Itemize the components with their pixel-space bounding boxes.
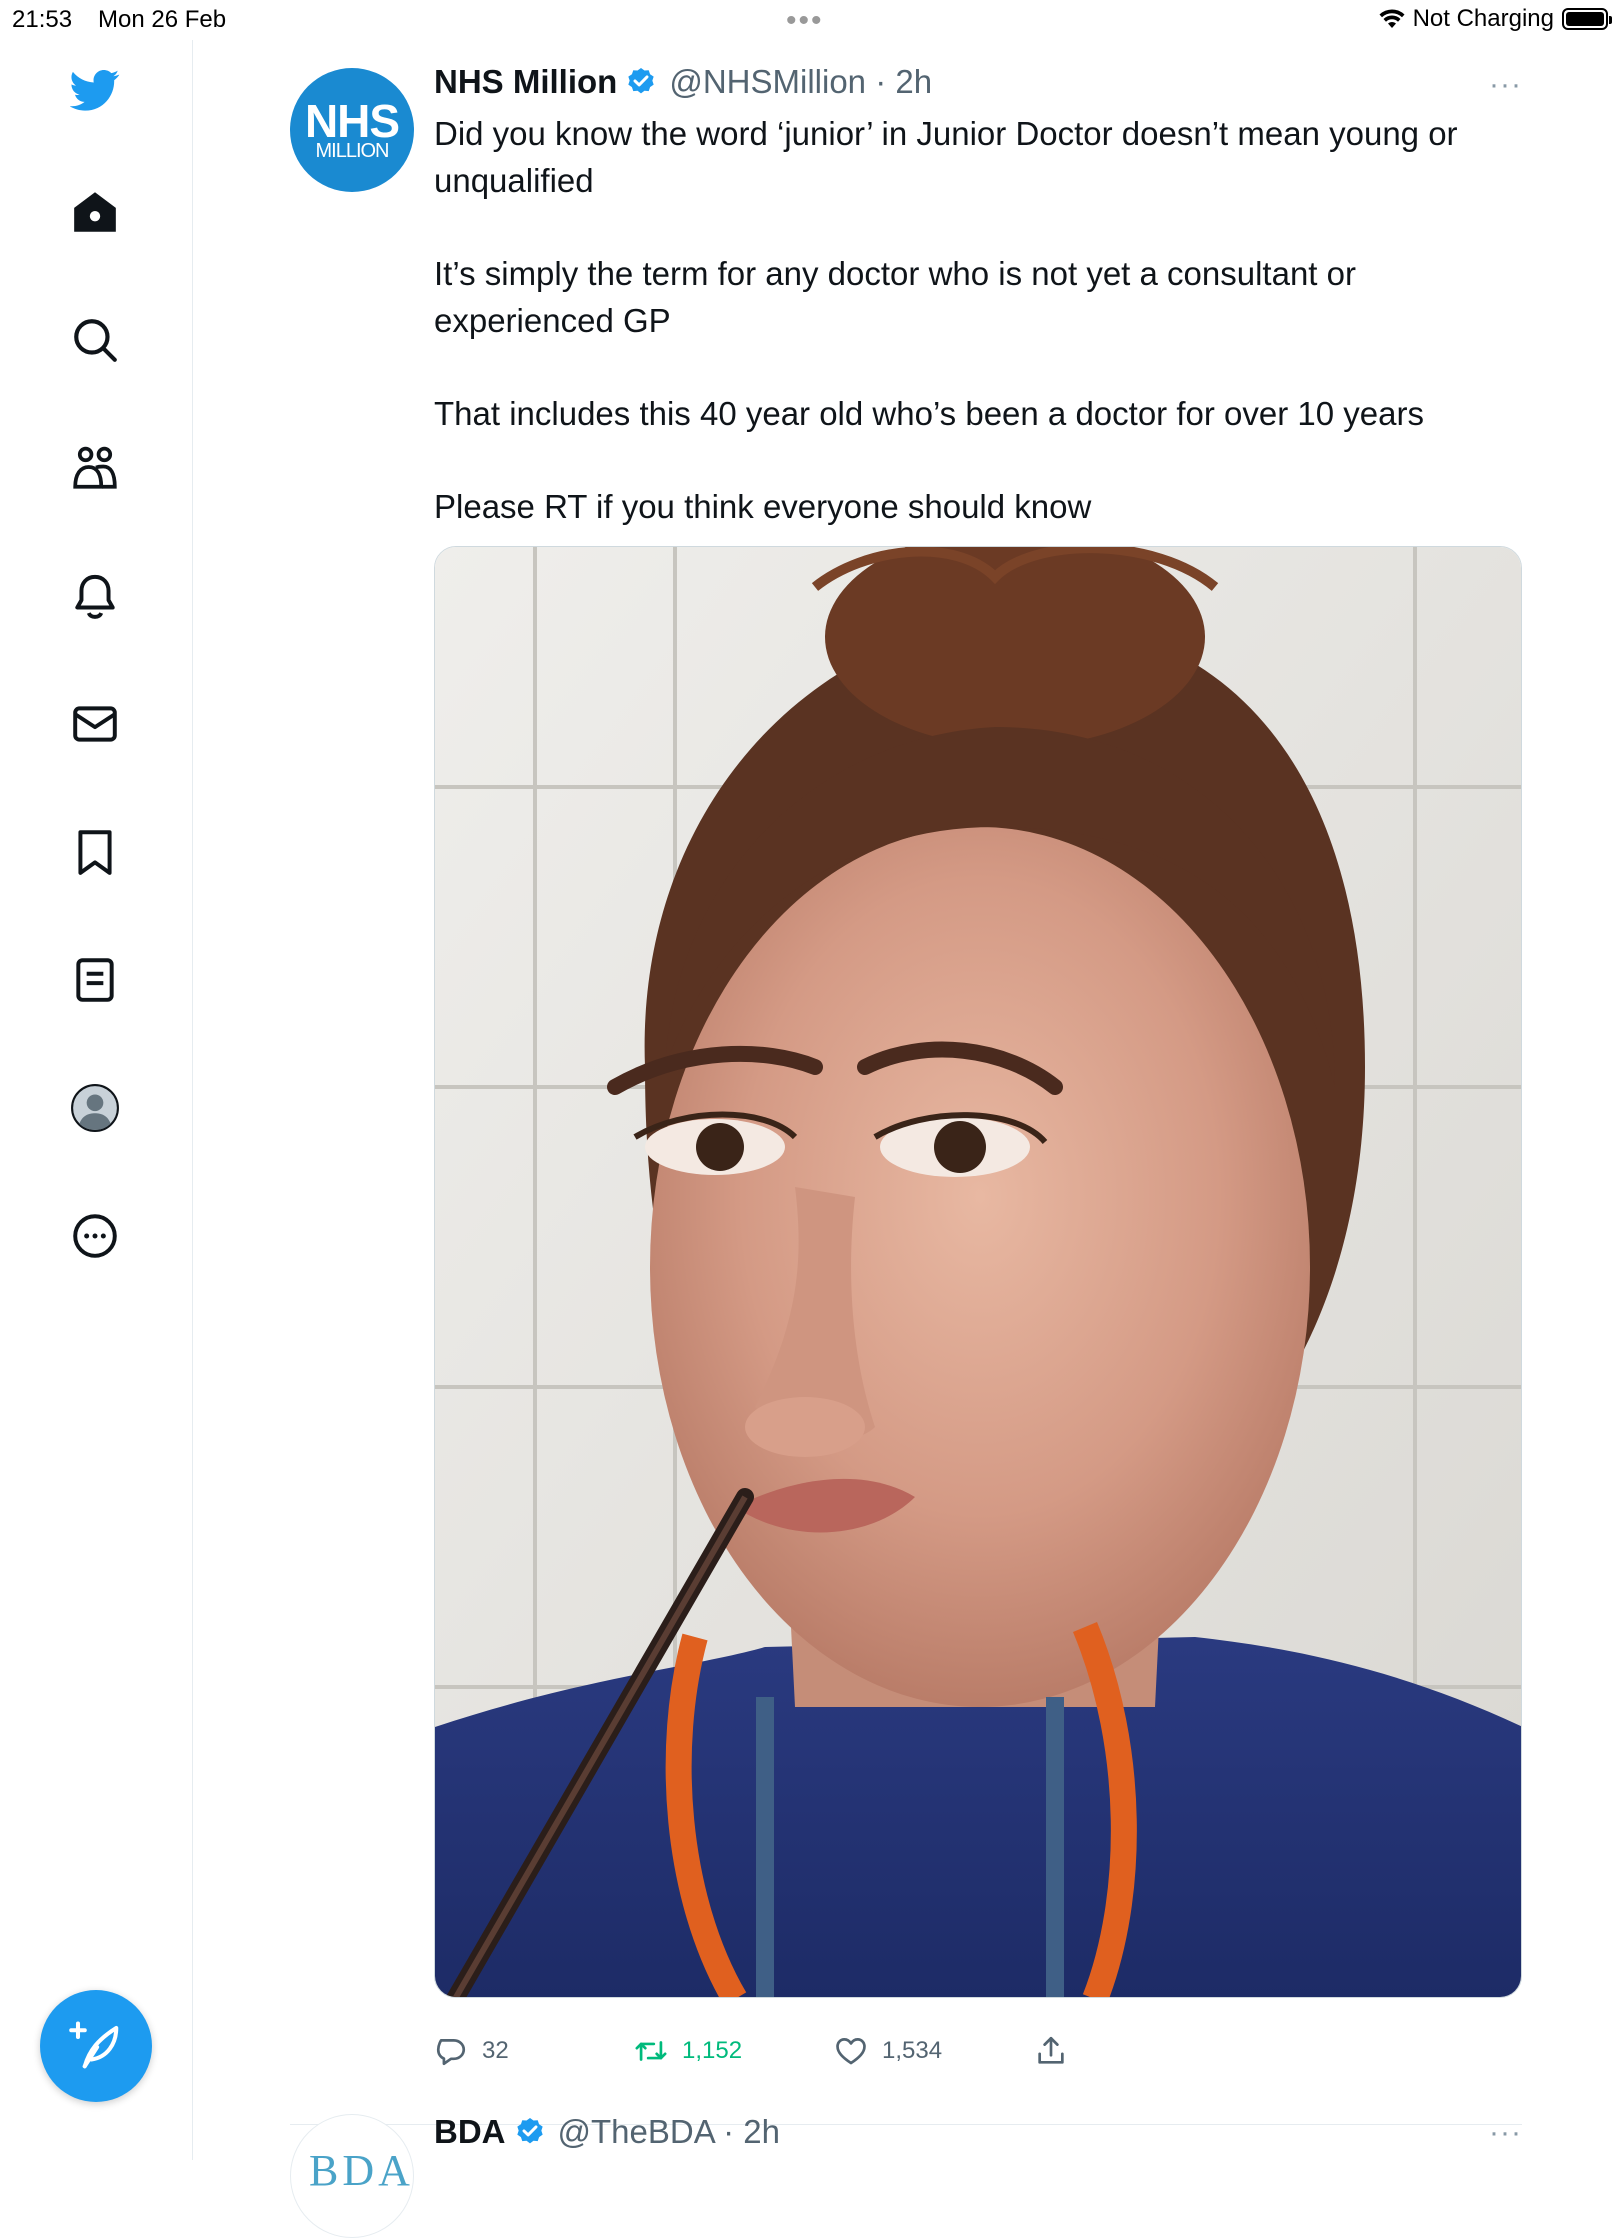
compose-feather-plus-icon [69,2021,119,2069]
author-avatar[interactable]: BDA [290,2114,414,2238]
status-date: Mon 26 Feb [98,6,227,33]
tweet-header: NHS Million @NHSMillion · 2h [434,60,932,104]
lists-icon[interactable] [63,948,127,1012]
author-avatar[interactable]: NHS MILLION [290,68,414,192]
communities-icon[interactable] [63,436,127,500]
notifications-bell-icon[interactable] [63,564,127,628]
tweet-paragraph: Did you know the word ‘junior’ in Junior… [434,115,1458,199]
tweet-more-icon[interactable]: ··· [1489,68,1522,102]
home-icon[interactable] [63,180,127,244]
tweet-more-icon[interactable]: ··· [1489,2116,1522,2150]
reply-icon [436,2039,466,2066]
wifi-icon [1379,9,1405,28]
more-options-icon[interactable] [63,1204,127,1268]
author-handle-time[interactable]: @TheBDA · 2h [558,2113,780,2151]
share-icon [1038,2036,1064,2064]
verified-badge-icon [628,68,654,94]
messages-envelope-icon[interactable] [63,692,127,756]
bookmarks-icon[interactable] [63,820,127,884]
share-button[interactable] [1034,2034,1068,2068]
tweet-text: Did you know the word ‘junior’ in Junior… [434,110,1514,530]
multitasking-dots-icon[interactable]: ••• [786,4,824,38]
retweet-icon [635,2041,667,2061]
battery-icon [1562,8,1612,30]
reply-button[interactable]: 32 [434,2034,509,2068]
tweet-actions: 32 1,152 1,534 [434,2034,1134,2082]
tweet-photo[interactable] [434,546,1522,1998]
tweet-paragraph: That includes this 40 year old who’s bee… [434,395,1424,432]
retweet-button[interactable]: 1,152 [634,2034,742,2068]
author-name[interactable]: NHS Million [434,63,617,101]
status-time: 21:53 [12,6,73,33]
profile-avatar-icon[interactable] [63,1076,127,1140]
author-name[interactable]: BDA [434,2113,506,2151]
tweet-paragraph: It’s simply the term for any doctor who … [434,255,1356,339]
like-count: 1,534 [882,2037,943,2064]
avatar-logo-subtext: MILLION [315,140,389,162]
avatar-logo-text: BDA [309,2146,414,2195]
retweet-count: 1,152 [682,2037,743,2064]
author-handle-time[interactable]: @NHSMillion · 2h [669,63,932,101]
sidebar-nav [0,40,193,2160]
twitter-logo-icon[interactable] [63,58,127,122]
charging-status: Not Charging [1412,5,1554,32]
like-button[interactable]: 1,534 [834,2034,942,2068]
reply-count: 32 [482,2037,509,2064]
status-bar: 21:53 Mon 26 Feb ••• Not Charging [0,0,1620,40]
search-icon[interactable] [63,308,127,372]
tweet-paragraph: Please RT if you think everyone should k… [434,488,1092,525]
photo-selfie [435,547,1521,1997]
verified-badge-icon [516,2118,543,2144]
heart-icon [836,2038,866,2065]
compose-tweet-button[interactable] [40,1990,152,2102]
tweet-header: BDA @TheBDA · 2h [434,2110,780,2154]
tweet[interactable]: BDA BDA @TheBDA · 2h ··· [290,2090,1522,2238]
status-indicators: Not Charging [1379,5,1612,33]
